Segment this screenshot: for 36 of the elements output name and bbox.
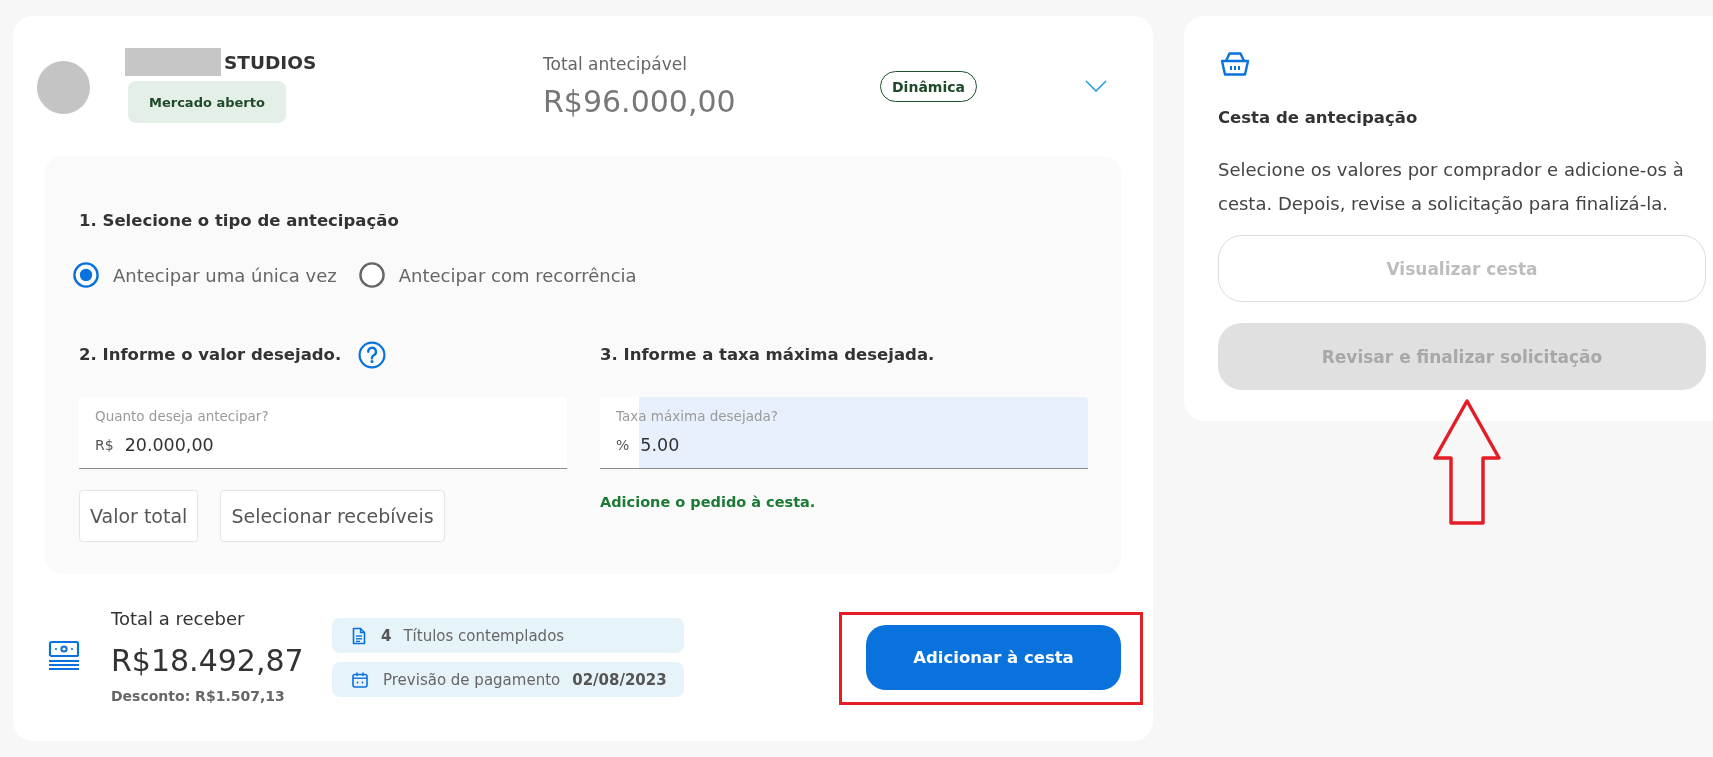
total-label: Total antecipável bbox=[543, 54, 688, 74]
banknote-icon bbox=[48, 640, 80, 670]
total-amount: R$96.000,00 bbox=[543, 84, 737, 120]
field-value: 20.000,00 bbox=[123, 435, 214, 455]
company-name: STUDIOS bbox=[224, 51, 317, 73]
payment-date: 02/08/2023 bbox=[572, 670, 667, 689]
discount-text: Desconto: R$1.507,13 bbox=[111, 688, 286, 704]
step-title: 3. Informe a taxa máxima desejada. bbox=[600, 345, 935, 365]
option-button[interactable]: Selecionar recebíveis bbox=[220, 490, 445, 542]
radio-option[interactable]: Antecipar com recorrência bbox=[358, 262, 637, 288]
titles-count: 4 bbox=[381, 626, 392, 645]
receivable-label: Total a receber bbox=[111, 609, 246, 629]
chip-label: Títulos contemplados bbox=[403, 626, 565, 645]
chip-label: Previsão de pagamento bbox=[383, 670, 561, 689]
add-to-basket-button[interactable]: Adicionar à cesta bbox=[866, 625, 1121, 690]
basket-description: Selecione os valores por comprador e adicione-os à cesta. Depois, revise a solicitação para finalizá-la. bbox=[1218, 158, 1685, 216]
help-icon[interactable] bbox=[358, 341, 387, 369]
rate-field[interactable]: Taxa máxima desejada? % 5.00 bbox=[600, 397, 1088, 469]
hint-text: Adicione o pedido à cesta. bbox=[600, 494, 817, 510]
step-title: 1. Selecione o tipo de antecipação bbox=[79, 211, 400, 231]
calendar-icon bbox=[352, 671, 368, 688]
percent-prefix: % bbox=[616, 437, 630, 453]
receivable-amount: R$18.492,87 bbox=[111, 642, 305, 680]
avatar bbox=[37, 61, 90, 114]
radio-option[interactable]: Antecipar uma única vez bbox=[73, 262, 337, 288]
field-label: Taxa máxima desejada? bbox=[616, 408, 778, 424]
field-label: Quanto deseja antecipar? bbox=[95, 408, 269, 424]
step-title: 2. Informe o valor desejado. bbox=[79, 345, 342, 365]
chevron-down-icon[interactable] bbox=[1085, 80, 1107, 92]
amount-field[interactable]: Quanto deseja antecipar? R$ 20.000,00 bbox=[79, 397, 567, 469]
currency-prefix: R$ bbox=[95, 437, 114, 453]
basket-icon bbox=[1220, 51, 1250, 77]
option-button[interactable]: Valor total bbox=[79, 490, 199, 542]
document-icon bbox=[352, 626, 366, 645]
market-status-badge: Mercado aberto bbox=[128, 81, 286, 123]
basket-title: Cesta de antecipação bbox=[1218, 107, 1419, 129]
